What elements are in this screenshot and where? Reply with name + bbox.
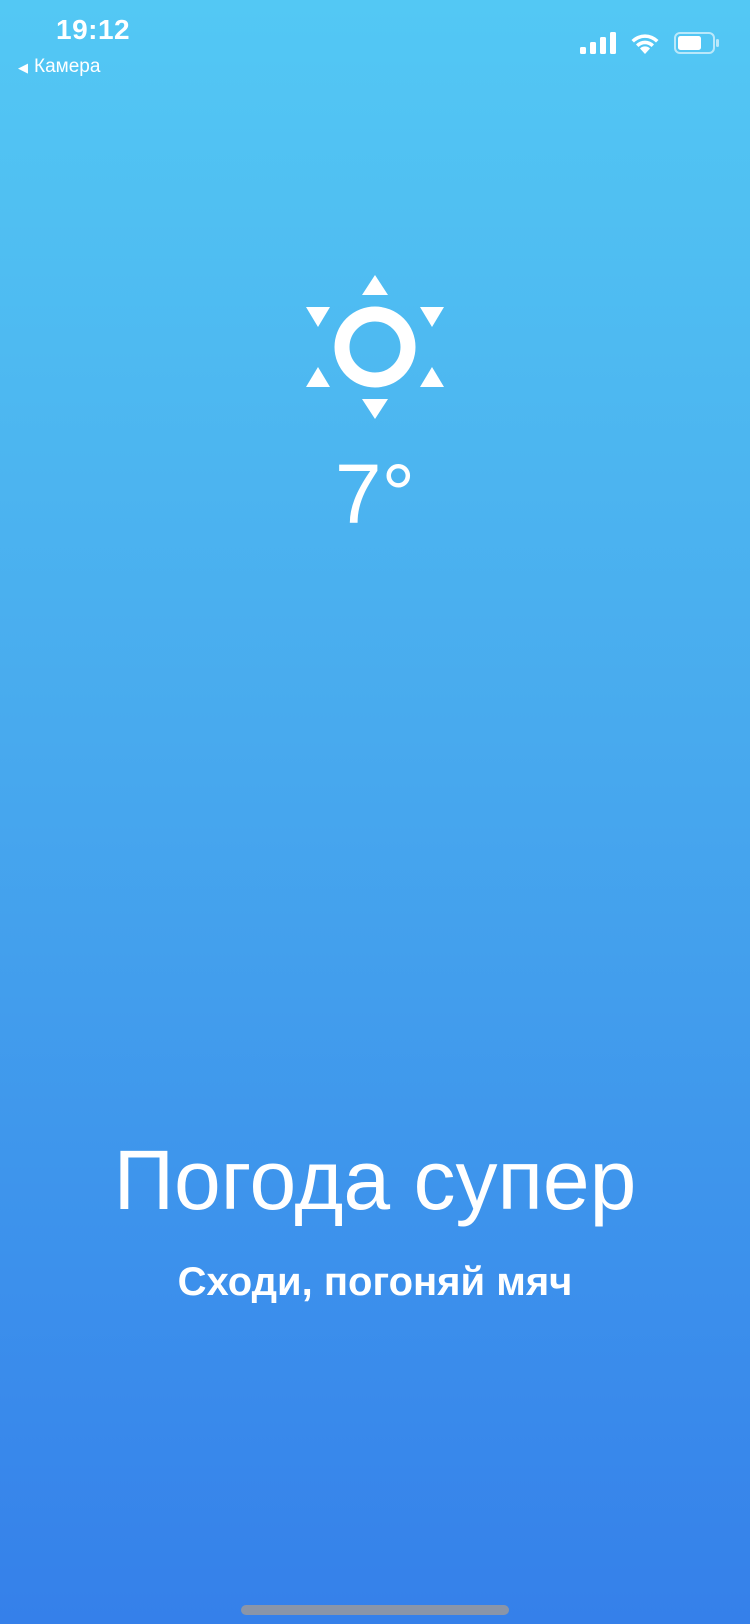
home-indicator[interactable]	[241, 1605, 509, 1615]
cellular-signal-icon	[580, 32, 616, 54]
weather-subline: Сходи, погоняй мяч	[177, 1260, 573, 1304]
wifi-icon	[631, 34, 659, 54]
status-time: 19:12	[56, 14, 131, 45]
status-icons	[580, 32, 720, 54]
weather-headline: Погода супер	[113, 1133, 637, 1227]
sun-icon	[306, 275, 444, 419]
battery-icon	[674, 32, 719, 54]
back-to-camera-link[interactable]: ◀ Камера	[18, 56, 100, 78]
weather-screen: 19:12 ◀ Камера 7° Погода супер Сходи, по…	[0, 0, 750, 1624]
back-arrow-icon: ◀	[18, 59, 28, 75]
temperature-value: 7°	[334, 447, 416, 541]
back-link-label: Камера	[34, 56, 101, 77]
